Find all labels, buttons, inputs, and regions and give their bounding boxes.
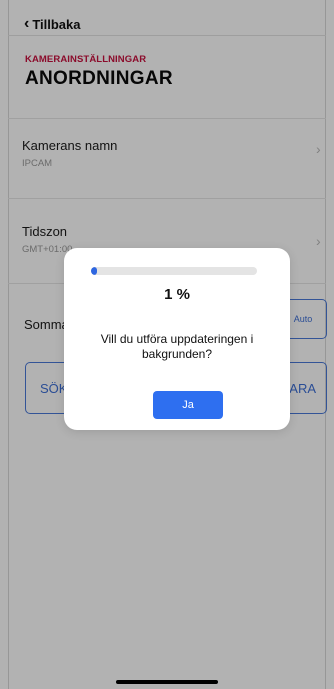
confirm-button[interactable]: Ja <box>153 391 223 419</box>
phone-screen: ‹ Tillbaka KAMERAINSTÄLLNINGAR ANORDNING… <box>0 0 334 689</box>
progress-bar <box>91 267 257 275</box>
progress-percent: 1 % <box>164 286 190 303</box>
update-dialog: 1 % Vill du utföra uppdateringen i bakgr… <box>64 248 290 430</box>
progress-fill <box>91 267 97 275</box>
home-indicator <box>116 680 218 684</box>
dialog-message: Vill du utföra uppdateringen i bakgrunde… <box>100 332 254 361</box>
